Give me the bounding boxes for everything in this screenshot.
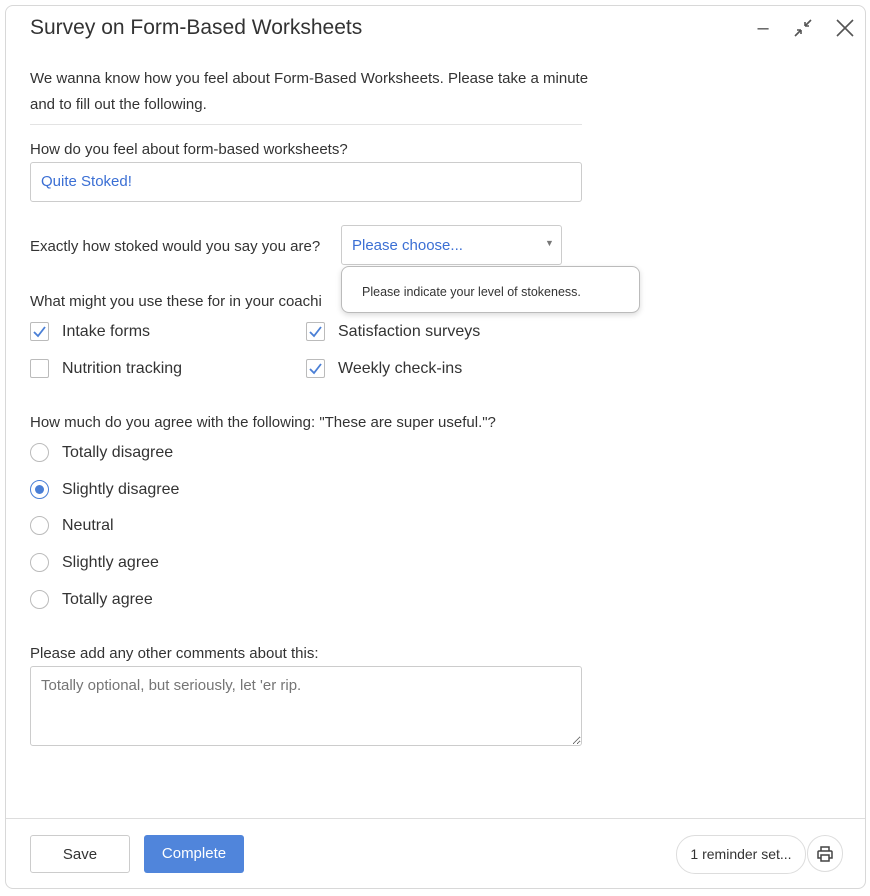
footer-divider — [6, 818, 865, 819]
checkbox-label: Nutrition tracking — [62, 360, 183, 377]
checkbox-weekly-check-ins[interactable] — [306, 359, 325, 378]
radio-label: Neutral — [62, 517, 114, 534]
feeling-input[interactable]: Quite Stoked! — [30, 162, 582, 202]
stoked-select[interactable]: Please choose... ▼ — [341, 225, 562, 265]
checkbox-satisfaction-surveys[interactable] — [306, 322, 325, 341]
tooltip: Please indicate your level of stokeness. — [341, 266, 640, 313]
radio-totally-agree[interactable] — [30, 590, 49, 609]
checkbox-nutrition-tracking[interactable] — [30, 359, 49, 378]
checkbox-label: Satisfaction surveys — [338, 323, 481, 340]
q4-label: How much do you agree with the following… — [30, 414, 496, 431]
radio-neutral[interactable] — [30, 516, 49, 535]
checkbox-label: Weekly check-ins — [338, 360, 463, 377]
divider — [30, 124, 582, 125]
printer-icon — [817, 846, 833, 862]
q5-label: Please add any other comments about this… — [30, 645, 319, 662]
close-icon[interactable] — [833, 16, 857, 40]
save-button[interactable]: Save — [30, 835, 130, 873]
comments-textarea[interactable] — [30, 666, 582, 746]
minimize-icon[interactable]: – — [751, 16, 775, 40]
checkbox-label: Intake forms — [62, 323, 151, 340]
q2-label: Exactly how stoked would you say you are… — [30, 238, 321, 255]
intro-text: We wanna know how you feel about Form-Ba… — [30, 70, 589, 113]
complete-button[interactable]: Complete — [144, 835, 244, 873]
radio-label: Slightly disagree — [62, 481, 180, 498]
print-button[interactable] — [807, 835, 843, 872]
radio-label: Slightly agree — [62, 554, 159, 571]
select-value: Please choose... — [352, 237, 463, 254]
radio-label: Totally agree — [62, 591, 153, 608]
checkbox-intake-forms[interactable] — [30, 322, 49, 341]
q3-label: What might you use these for in your coa… — [30, 293, 322, 310]
chevron-down-icon: ▼ — [545, 238, 554, 248]
survey-dialog: Survey on Form-Based Worksheets – We wan… — [5, 5, 866, 889]
radio-totally-disagree[interactable] — [30, 443, 49, 462]
q1-label: How do you feel about form-based workshe… — [30, 141, 348, 158]
radio-label: Totally disagree — [62, 444, 174, 461]
radio-slightly-disagree[interactable] — [30, 480, 49, 499]
radio-slightly-agree[interactable] — [30, 553, 49, 572]
reminder-button[interactable]: 1 reminder set... — [676, 835, 806, 874]
dialog-title: Survey on Form-Based Worksheets — [30, 16, 363, 39]
collapse-icon[interactable] — [791, 16, 815, 40]
